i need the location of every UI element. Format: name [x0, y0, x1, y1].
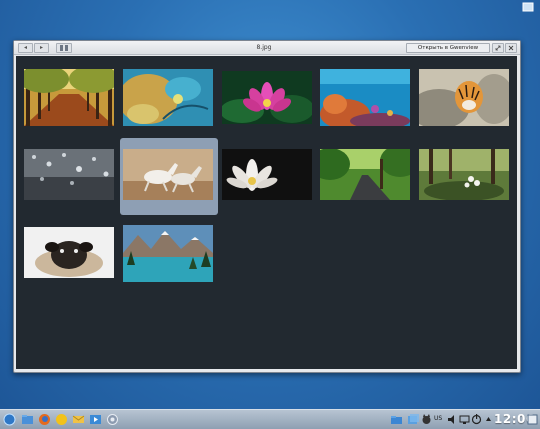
thumbnail-coral-reef[interactable]: [320, 69, 410, 126]
maximize-button[interactable]: [492, 43, 504, 53]
thumbnail-pug-dog[interactable]: [24, 227, 114, 284]
desktop-corner-icon[interactable]: [522, 2, 534, 12]
tray-files-icon[interactable]: [406, 413, 419, 426]
app-launcher-icon[interactable]: [3, 413, 16, 426]
mail-icon[interactable]: [72, 413, 85, 426]
expand-icon: [495, 45, 501, 51]
media-player-icon[interactable]: [89, 413, 102, 426]
thumbnail-mountain-lake[interactable]: [123, 225, 213, 282]
grid-icon: [60, 45, 68, 51]
messenger-icon[interactable]: [55, 413, 68, 426]
firefox-icon[interactable]: [38, 413, 51, 426]
close-button[interactable]: [505, 43, 517, 53]
keyboard-layout-indicator[interactable]: US: [434, 415, 442, 422]
thumbnail-view-button[interactable]: [56, 43, 72, 53]
thumbnail-autumn-alley[interactable]: [24, 69, 114, 126]
thumbnail-abstract-leaves[interactable]: [123, 69, 213, 126]
forward-button[interactable]: ▸: [34, 43, 49, 53]
thumbnail-forest-flowers[interactable]: [419, 149, 509, 206]
image-viewer-window: ◂ ▸ 8.jpg Открыть в Gwenview: [13, 40, 521, 373]
thumbnail-white-horses[interactable]: [123, 149, 213, 206]
close-icon: [508, 45, 514, 51]
back-button[interactable]: ◂: [18, 43, 33, 53]
open-in-gwenview-button[interactable]: Открыть в Gwenview: [406, 43, 490, 53]
thumbnail-white-water-lily[interactable]: [222, 149, 312, 206]
tray-cat-icon[interactable]: [420, 413, 433, 426]
thumbnail-pink-lotus[interactable]: [222, 71, 312, 128]
file-manager-icon[interactable]: [21, 413, 34, 426]
thumbnail-forest-road[interactable]: [320, 149, 410, 206]
thumbnail-rain-drops[interactable]: [24, 149, 114, 206]
show-desktop-icon[interactable]: [526, 413, 539, 426]
settings-icon[interactable]: [106, 413, 119, 426]
taskbar: US 12:06: [0, 409, 540, 429]
thumbnail-tiger-cub[interactable]: [419, 69, 509, 126]
window-title: 8.jpg: [256, 44, 272, 51]
thumbnail-grid: [16, 56, 517, 369]
tray-folder-icon[interactable]: [390, 413, 403, 426]
window-titlebar[interactable]: ◂ ▸ 8.jpg Открыть в Gwenview: [14, 41, 520, 55]
